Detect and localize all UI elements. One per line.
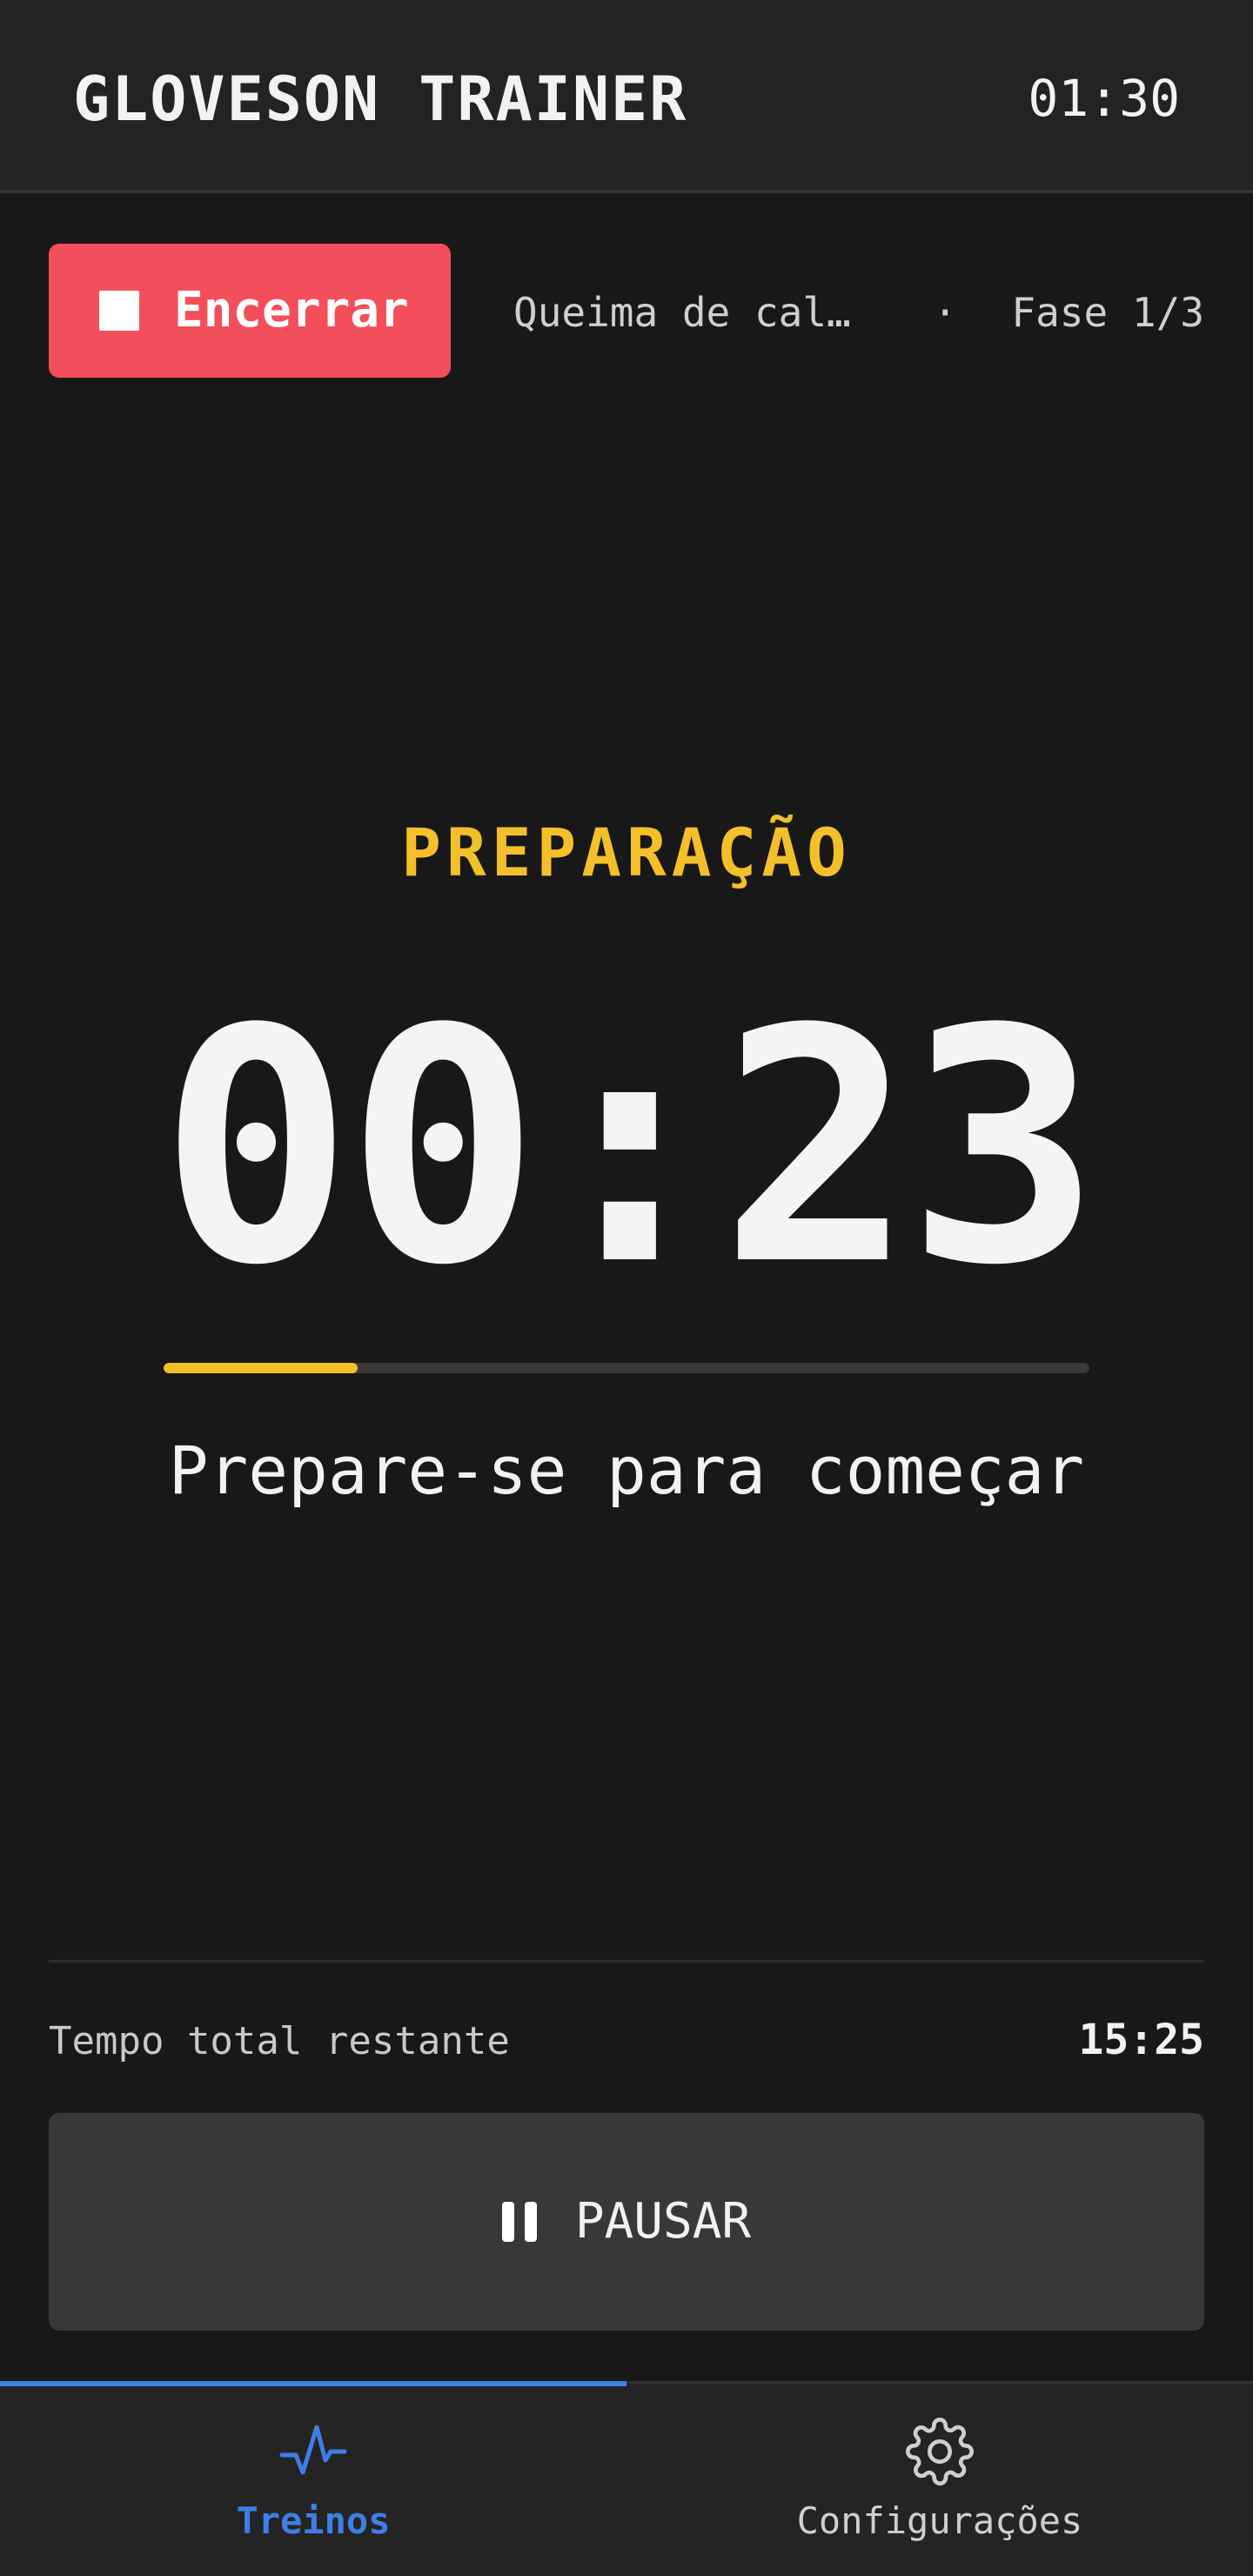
workout-meta: Queima de cal… · Fase 1/3 (513, 282, 1204, 343)
app-header: GLOVESON TRAINER 01:30 (0, 0, 1253, 193)
phase-counter: Fase 1/3 (1011, 289, 1204, 336)
gear-icon (906, 2418, 974, 2485)
phase-progress-fill (164, 1363, 358, 1373)
header-clock: 01:30 (1028, 69, 1180, 128)
pause-button[interactable]: PAUSAR (49, 2113, 1204, 2331)
footer-divider (49, 1960, 1204, 1962)
phase-progress-bar (164, 1363, 1089, 1373)
stop-icon (99, 291, 139, 331)
end-workout-button[interactable]: Encerrar (49, 244, 451, 378)
phase-name: PREPARAÇÃO (401, 814, 852, 891)
meta-separator: · (933, 289, 958, 336)
activity-icon (279, 2425, 347, 2475)
total-remaining-label: Tempo total restante (49, 2019, 510, 2063)
bottom-nav: Treinos Configurações (0, 2381, 1253, 2576)
pause-icon (501, 2202, 537, 2242)
nav-item-configuracoes[interactable]: Configurações (626, 2384, 1253, 2576)
countdown-timer: 00:23 (159, 962, 1101, 1336)
end-workout-label: Encerrar (174, 282, 409, 339)
workout-name: Queima de cal… (513, 289, 851, 336)
app-title: GLOVESON TRAINER (73, 64, 688, 135)
phase-hint: Prepare-se para começar (168, 1432, 1085, 1509)
pause-label: PAUSAR (574, 2193, 752, 2250)
total-remaining-value: 15:25 (1078, 2016, 1205, 2064)
nav-item-treinos[interactable]: Treinos (0, 2384, 626, 2576)
app-screen: GLOVESON TRAINER 01:30 Encerrar Queima d… (0, 0, 1253, 2576)
nav-label-configuracoes: Configurações (796, 2499, 1083, 2542)
nav-label-treinos: Treinos (236, 2499, 391, 2542)
